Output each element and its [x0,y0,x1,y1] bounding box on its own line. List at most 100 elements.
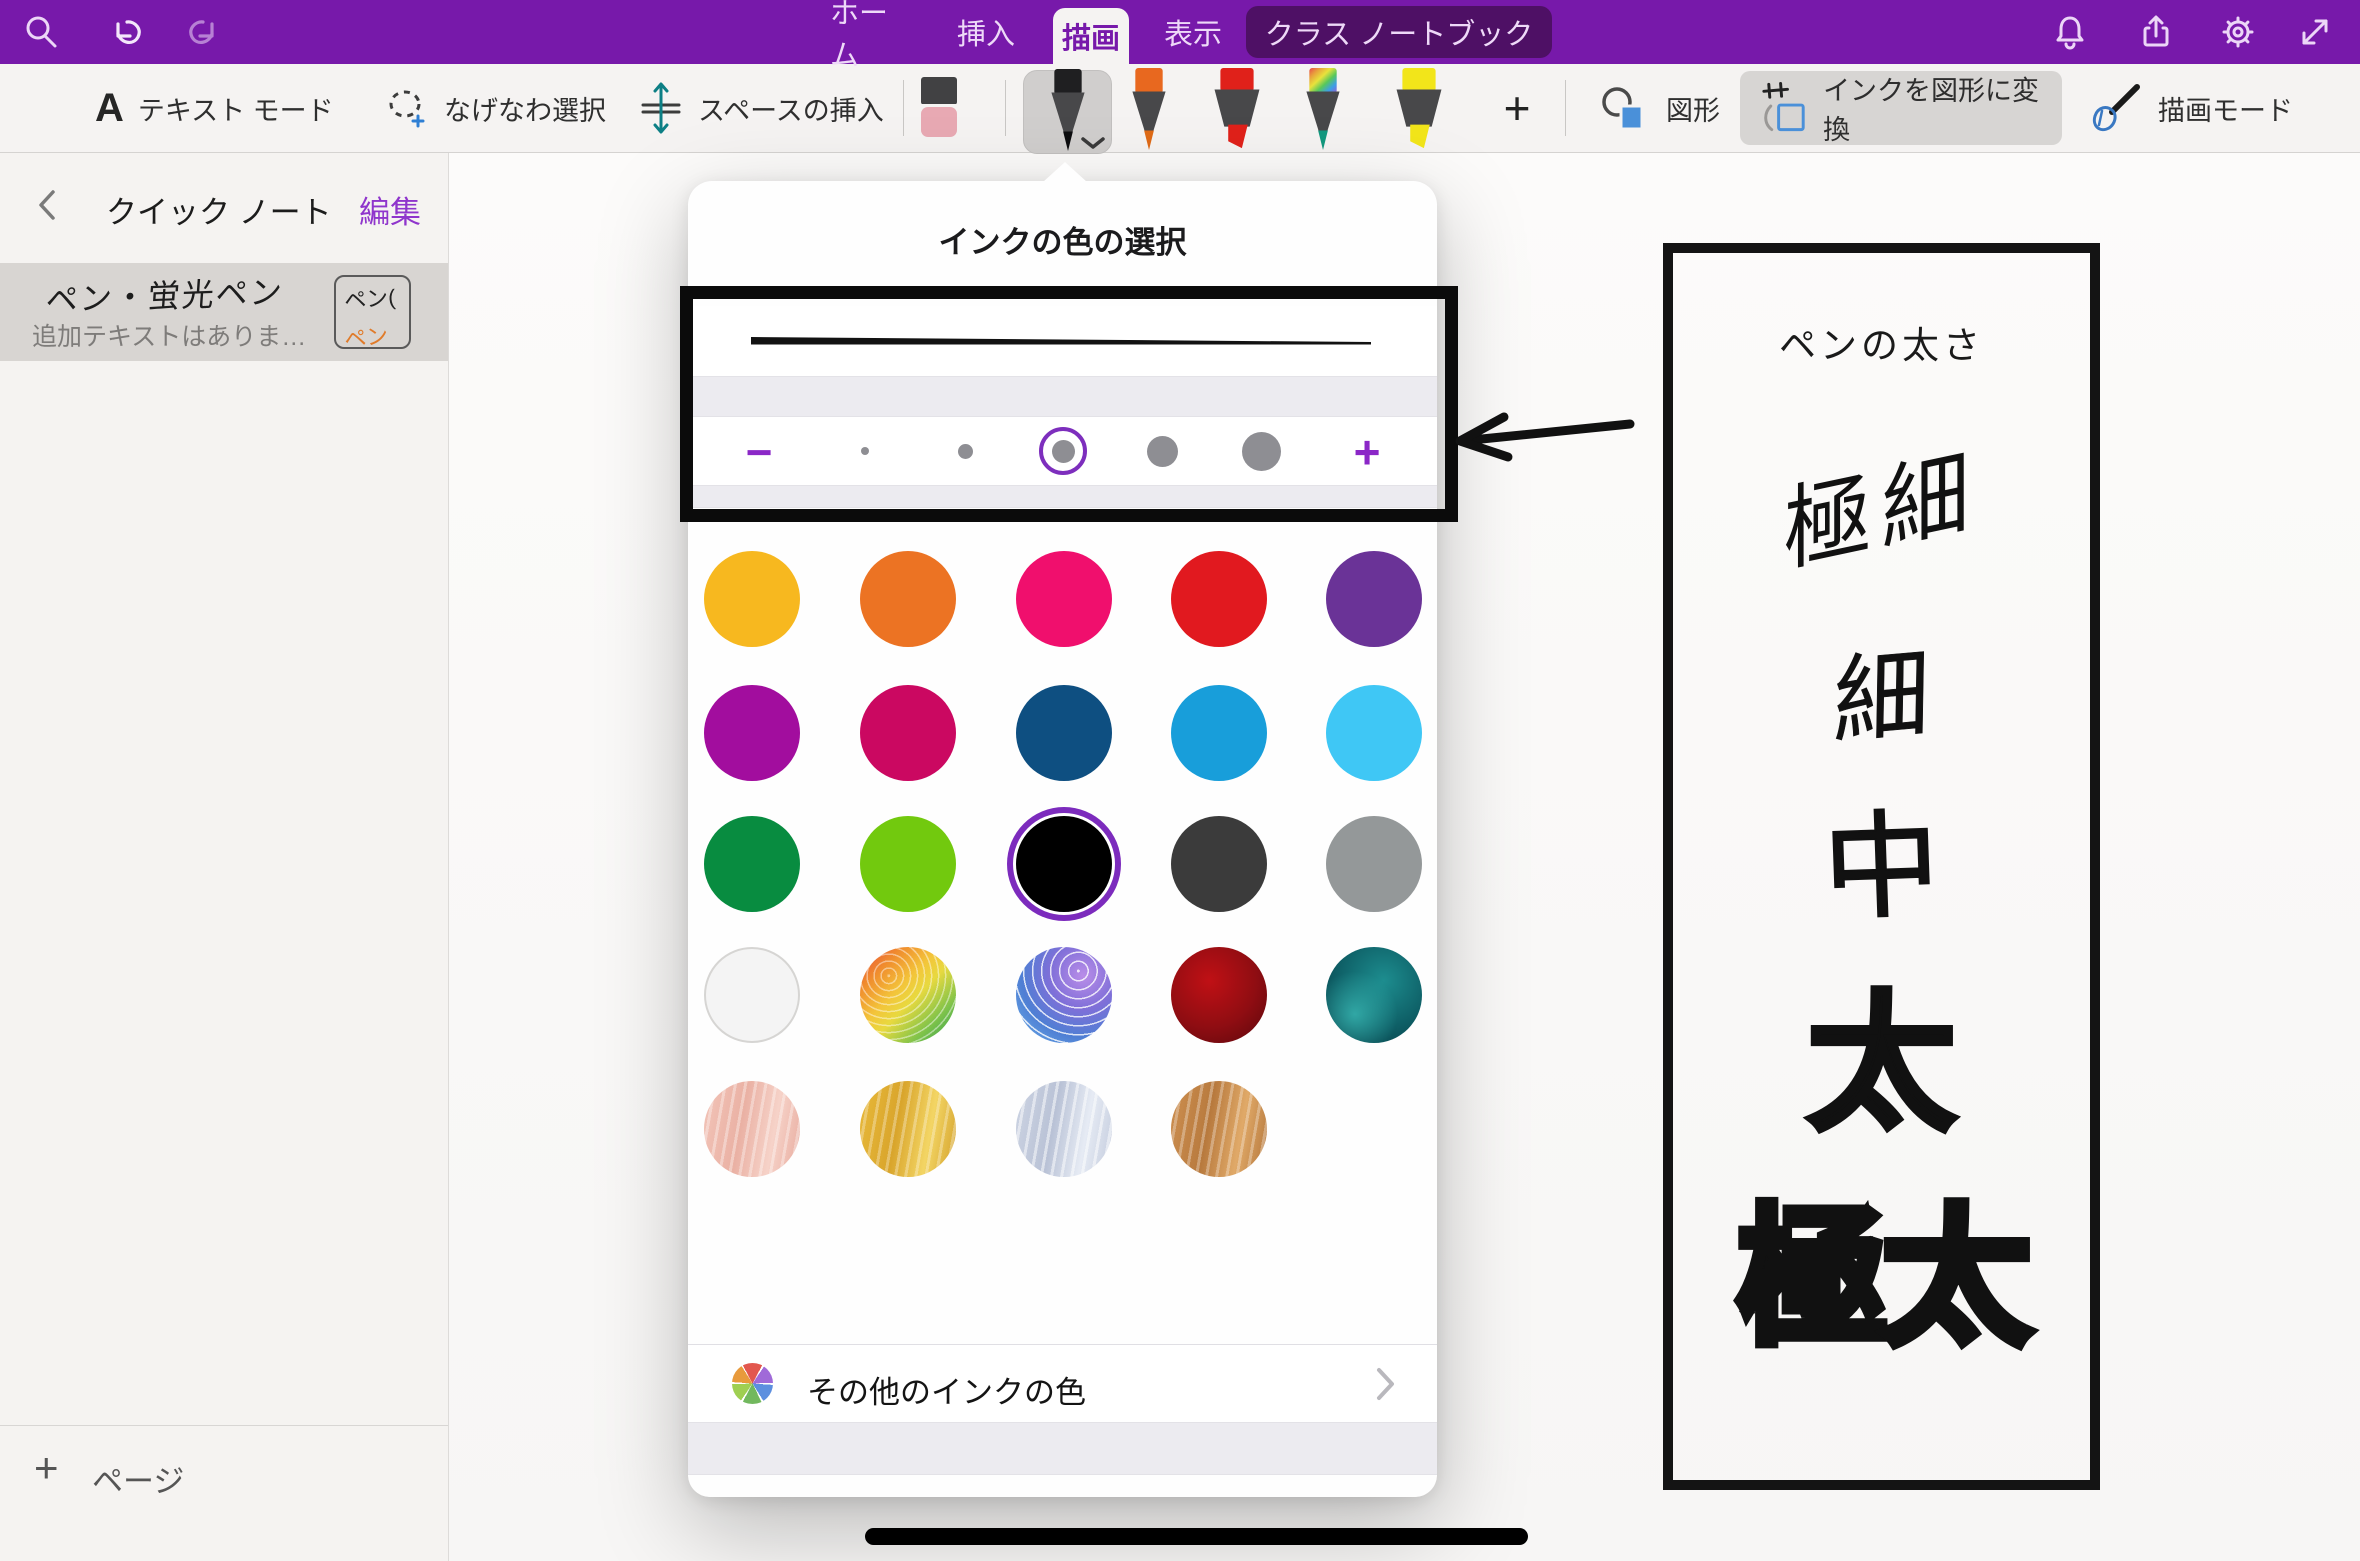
shapes-label: 図形 [1666,89,1720,128]
red-highlighter-button[interactable] [1204,68,1270,152]
popover-bottom-strip [688,1475,1437,1497]
draw-mode-icon [2084,81,2144,135]
text-mode-button[interactable]: A テキスト モード [95,64,334,152]
thumbnail-ink-black: ペン( [343,279,410,315]
ink-color-gold[interactable] [860,1081,956,1177]
page-item-title: ペン・蛍光ペン [44,267,285,321]
stroke-preview [688,306,1437,376]
thickness-increase-button[interactable]: + [1337,425,1397,479]
pen-thickness-demo-box: ペンの太さ 極細細中太極太 [1663,243,2100,1490]
text-mode-icon: A [95,86,124,131]
popover-callout-arrow [1043,162,1087,182]
sidebar-divider [0,1425,448,1426]
undo-icon[interactable] [105,12,145,52]
chevron-down-icon [1080,136,1106,150]
ink-color-galaxy[interactable] [1016,947,1112,1043]
thickness-dot-2[interactable] [958,444,973,459]
toolbar-divider [1565,80,1566,136]
ink-color-orange[interactable] [860,551,956,647]
add-page-label: ページ [92,1456,184,1501]
lasso-icon [384,85,430,131]
toolbar-divider [903,80,904,136]
thickness-dot-4[interactable] [1147,436,1178,467]
thickness-sample-4: 太 [1673,989,2090,1139]
more-ink-colors-row[interactable]: その他のインクの色 [688,1345,1437,1422]
lasso-select-button[interactable]: なげなわ選択 [384,64,606,152]
fullscreen-expand-icon[interactable] [2295,12,2335,52]
ink-color-gold-yellow[interactable] [704,551,800,647]
ink-color-red-smoke[interactable] [1171,947,1267,1043]
eraser-button[interactable] [916,64,962,152]
eraser-icon [916,75,962,141]
search-icon[interactable] [21,12,61,52]
selected-thickness-ring [1039,427,1087,475]
pens-group [1023,64,1483,152]
home-indicator[interactable] [865,1528,1528,1545]
thickness-dot-1[interactable] [861,447,869,455]
more-ink-colors-label: その他のインクの色 [807,1367,1086,1412]
ink-color-rainbow-glitter[interactable] [860,947,956,1043]
insert-space-label: スペースの挿入 [698,89,884,128]
ink-color-blue[interactable] [1171,685,1267,781]
draw-mode-button[interactable]: 描画モード [2084,64,2293,152]
page-list-item-selected[interactable]: ペン・蛍光ペン 追加テキストはありま… ペン( ペン [0,263,448,361]
ink-color-purple[interactable] [1326,551,1422,647]
pen-thickness-title: ペンの太さ [1673,315,2090,369]
thickness-sample-5: 極太 [1673,1203,2090,1353]
add-pen-button[interactable]: + [1494,64,1540,152]
ink-color-lime-green[interactable] [860,816,956,912]
tab-draw[interactable]: 描画 [1053,8,1129,64]
onenote-app: ホーム 挿入 描画 表示 クラス ノートブック A テキスト モード [0,0,2360,1561]
thumbnail-ink-orange: ペン [343,316,411,349]
ink-color-green[interactable] [704,816,800,912]
orange-pen-button[interactable] [1122,68,1176,152]
tab-view[interactable]: 表示 [1158,0,1228,64]
notebook-title: クイック ノート [106,187,332,232]
back-chevron-icon[interactable] [36,188,58,222]
ink-color-white[interactable] [704,947,800,1043]
black-pen-button-selected[interactable] [1023,70,1112,154]
convert-ink-label: インクを図形に変換 [1823,69,2062,147]
ink-color-silver[interactable] [1016,1081,1112,1177]
shapes-button[interactable]: 図形 [1598,64,1720,152]
add-page-button[interactable]: + ページ [0,1444,448,1500]
ink-color-pink[interactable] [1016,551,1112,647]
pages-sidebar: クイック ノート 編集 ペン・蛍光ペン 追加テキストはありま… ペン( ペン +… [0,152,449,1561]
toolbar-divider [1005,80,1006,136]
ink-color-dark-blue[interactable] [1016,685,1112,781]
thickness-dot-5[interactable] [1242,432,1281,471]
popover-separator-band [688,485,1437,508]
popover-separator-band [688,1422,1437,1475]
tab-class-notebook[interactable]: クラス ノートブック [1246,6,1552,58]
yellow-highlighter-button[interactable] [1386,68,1452,152]
edit-button[interactable]: 編集 [359,187,421,232]
ink-color-violet[interactable] [704,685,800,781]
ink-color-gray[interactable] [1326,816,1422,912]
thickness-sample-1: 極細 [1678,423,2086,602]
redo-icon[interactable] [185,12,225,52]
settings-gear-icon[interactable] [2218,12,2258,52]
text-mode-label: テキスト モード [138,89,334,128]
ink-color-rose-gold[interactable] [704,1081,800,1177]
thickness-sample-2: 細 [1673,633,2090,766]
ink-color-sky-blue[interactable] [1326,685,1422,781]
draw-toolbar: A テキスト モード なげなわ選択 スペースの挿入 [0,64,2360,153]
ink-color-teal-smoke[interactable] [1326,947,1422,1043]
share-icon[interactable] [2136,12,2176,52]
ink-color-bronze[interactable] [1171,1081,1267,1177]
galaxy-pen-button[interactable] [1296,68,1350,152]
ink-color-raspberry[interactable] [860,685,956,781]
draw-mode-label: 描画モード [2158,89,2293,128]
convert-ink-to-shape-button[interactable]: インクを図形に変換 [1740,71,2062,145]
tab-insert[interactable]: 挿入 [950,0,1022,64]
notifications-bell-icon[interactable] [2050,12,2090,52]
ink-color-charcoal[interactable] [1171,816,1267,912]
popover-separator-band [688,376,1437,417]
tab-home[interactable]: ホーム [830,0,915,64]
insert-space-button[interactable]: スペースの挿入 [638,64,884,152]
color-wheel-icon [732,1363,773,1404]
thickness-decrease-button[interactable]: − [729,425,789,479]
ink-color-black[interactable] [1016,816,1112,912]
ink-color-red[interactable] [1171,551,1267,647]
popover-title: インクの色の選択 [688,217,1437,262]
